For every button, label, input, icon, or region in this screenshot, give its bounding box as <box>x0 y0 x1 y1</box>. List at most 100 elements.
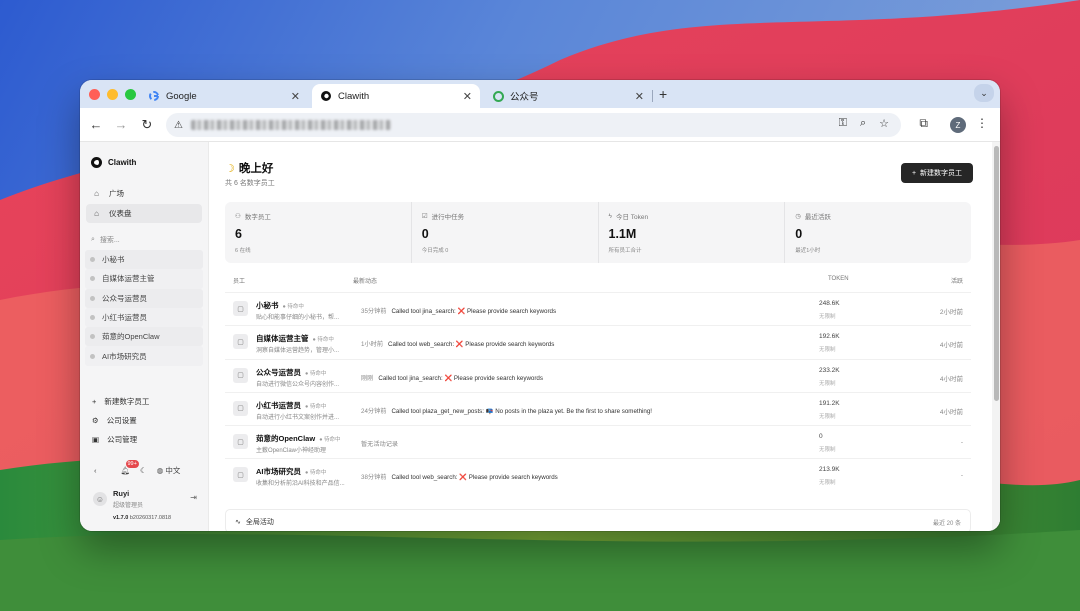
table-row[interactable]: ▢ 公众号运营员 ● 待命中 自动进行微信公众号内容创作... 刚刚 Called … <box>225 358 971 392</box>
agent-name: 茹意的OpenClaw <box>256 434 316 444</box>
sidebar-agent-item[interactable]: 小红书运营员 <box>85 307 203 328</box>
sidebar-search[interactable]: ⌕ 搜索... <box>91 235 120 245</box>
sidebar-new-agent-button[interactable]: + 新建数字员工 <box>86 392 202 411</box>
user-avatar-icon: ☺ <box>93 492 107 506</box>
back-icon[interactable]: ← <box>88 117 104 133</box>
warning-icon: ⚠ <box>174 119 183 131</box>
tab-divider <box>652 90 653 102</box>
dashboard-main: ☽ 晚上好 共 6 名数字员工 + 新建数字员工 ⚇ 数字员工 6 6 在线 ☑ 进… <box>209 142 1000 531</box>
status-text: 待命中 <box>324 437 341 444</box>
column-activity: 最新动态 <box>353 279 378 285</box>
scrollbar-thumb[interactable] <box>994 146 999 401</box>
status-dot-icon <box>90 353 95 359</box>
error-cross-icon: ❌ <box>457 308 466 315</box>
agent-name: 公众号运营员 <box>102 293 147 303</box>
error-cross-icon: ❌ <box>444 374 453 382</box>
language-switch[interactable]: ◍ 中文 <box>157 465 181 476</box>
status-text: 待命中 <box>309 470 327 477</box>
theme-toggle-icon[interactable]: ☾ <box>140 466 147 475</box>
table-row[interactable]: ▢ 小红书运营员 ● 待命中 自动进行小红书文案创作并进... 24分钟前 Call… <box>225 391 971 425</box>
agent-name: 小红书运营员 <box>256 400 301 410</box>
collapse-sidebar-icon[interactable]: ‹ <box>94 466 97 475</box>
stat-label: 今日 Token <box>615 214 649 221</box>
activity-pulse-icon: ∿ <box>235 519 241 526</box>
new-agent-button[interactable]: + 新建数字员工 <box>901 163 973 183</box>
status-dot-icon <box>90 334 95 340</box>
agent-icon: ▢ <box>233 434 248 450</box>
button-label: 新建数字员工 <box>920 170 963 177</box>
tab-bar: Google ✕ Clawith ✕ 公众号 ✕ + ⌄ <box>80 80 1000 108</box>
action-label: 公司管理 <box>107 435 138 444</box>
tab-gongzhonghao[interactable]: 公众号 ✕ <box>484 84 652 108</box>
column-active: 活跃 <box>950 279 963 285</box>
token-limit: 无限制 <box>819 447 836 454</box>
close-tab-icon[interactable]: ✕ <box>291 90 300 103</box>
sidebar-item-plaza[interactable]: ⌂ 广场 <box>86 184 202 203</box>
close-tab-icon[interactable]: ✕ <box>635 90 644 103</box>
version-info: v1.7.0 b20260317.0818 <box>113 515 171 521</box>
zoom-icon[interactable]: ⌕ <box>860 117 866 130</box>
tab-google[interactable]: Google ✕ <box>140 84 308 108</box>
table-row[interactable]: ▢ AI市场研究员 ● 待命中 收集和分析前沿AI科技和产品信... 38分钟前 C… <box>225 458 971 491</box>
agent-description: 主薮OpenClaw小神经助理 <box>256 448 327 455</box>
logout-icon[interactable]: ⇥ <box>190 493 197 502</box>
wechat-icon <box>492 90 504 102</box>
table-row[interactable]: ▢ 茹意的OpenClaw ● 待命中 主薮OpenClaw小神经助理 暂无活动记… <box>225 425 971 458</box>
agent-name: 茹意的OpenClaw <box>102 332 160 342</box>
status-dot-icon <box>90 295 95 301</box>
tab-clawith[interactable]: Clawith ✕ <box>312 84 480 108</box>
agent-name: 自媒体运营主管 <box>256 334 309 344</box>
new-tab-button[interactable]: + <box>659 86 667 102</box>
scrollbar[interactable] <box>992 142 1000 531</box>
forward-icon[interactable]: → <box>113 117 129 133</box>
stat-value: 0 <box>795 227 803 241</box>
maximize-window-button[interactable] <box>125 89 136 100</box>
close-tab-icon[interactable]: ✕ <box>463 90 472 103</box>
token-limit: 无限制 <box>819 413 836 420</box>
status-text: 待命中 <box>317 337 334 344</box>
stat-tokens: ϟ 今日 Token 1.1M 所有员工合计 <box>599 202 786 263</box>
address-bar[interactable]: ⚠ ⚿ ⌕ ☆ <box>166 113 901 137</box>
activity-action: Called tool web_search: <box>388 341 455 349</box>
sidebar-company-settings[interactable]: ⚙ 公司设置 <box>86 411 202 430</box>
minimize-window-button[interactable] <box>107 89 118 100</box>
user-role: 超级管理员 <box>113 503 144 509</box>
tab-label: Google <box>166 90 197 102</box>
sidebar-agent-item[interactable]: 自媒体运营主管 <box>85 269 203 289</box>
activity-action: Called tool plaza_get_new_posts: <box>391 407 484 415</box>
tab-search-icon[interactable]: ⌄ <box>974 84 994 102</box>
google-icon <box>148 90 160 102</box>
sidebar-item-dashboard[interactable]: ⌂ 仪表盘 <box>86 204 202 223</box>
table-row[interactable]: ▢ 小秘书 ● 待命中 贴心和能事仔细的小秘书，帮... 35分钟前 Called … <box>225 292 971 325</box>
sidebar-agent-item[interactable]: 小秘书 <box>85 250 203 270</box>
user-profile[interactable]: ☺ Ruyi 超级管理员 ⇥ <box>93 489 197 509</box>
table-row[interactable]: ▢ 自媒体运营主管 ● 待命中 洞察自媒体运营趋势，管理小... 1小时前 Call… <box>225 325 971 358</box>
stat-value: 0 <box>421 227 429 241</box>
reload-icon[interactable]: ↻ <box>139 117 155 133</box>
agent-icon: ▢ <box>233 467 248 483</box>
global-activity-panel[interactable]: ∿ 全局活动 最近 20 条 <box>225 509 971 531</box>
activity-action: Called tool jina_search: <box>391 308 456 315</box>
activity-time: 刚刚 <box>361 374 374 382</box>
profile-avatar[interactable]: Z <box>950 117 966 133</box>
agent-description: 洞察自媒体运营趋势，管理小... <box>256 348 340 355</box>
stat-tasks: ☑ 进行中任务 0 今日完成 0 <box>412 202 599 263</box>
sidebar-agent-item[interactable]: 公众号运营员 <box>85 288 203 308</box>
lightning-icon: ϟ <box>608 212 612 220</box>
close-window-button[interactable] <box>89 89 100 100</box>
extensions-icon[interactable]: ⧉ <box>919 116 928 131</box>
bookmark-star-icon[interactable]: ☆ <box>879 117 889 130</box>
sidebar-agent-item[interactable]: 茹意的OpenClaw <box>85 327 203 347</box>
task-icon: ☑ <box>421 213 428 220</box>
sidebar-company-management[interactable]: ▣ 公司管理 <box>86 430 202 449</box>
build-number: b20260317.0818 <box>129 515 172 521</box>
last-active: - <box>960 439 963 447</box>
action-label: 新建数字员工 <box>104 397 150 406</box>
sidebar-agent-item[interactable]: AI市场研究员 <box>85 346 203 366</box>
token-usage: 192.6K <box>819 333 840 341</box>
agent-icon: ▢ <box>233 400 248 416</box>
bell-icon[interactable]: 🔔︎ 99+ <box>121 460 139 475</box>
activity-action: Called tool web_search: <box>391 474 458 482</box>
more-menu-icon[interactable]: ⋮ <box>976 116 988 130</box>
key-icon[interactable]: ⚿ <box>839 117 847 130</box>
